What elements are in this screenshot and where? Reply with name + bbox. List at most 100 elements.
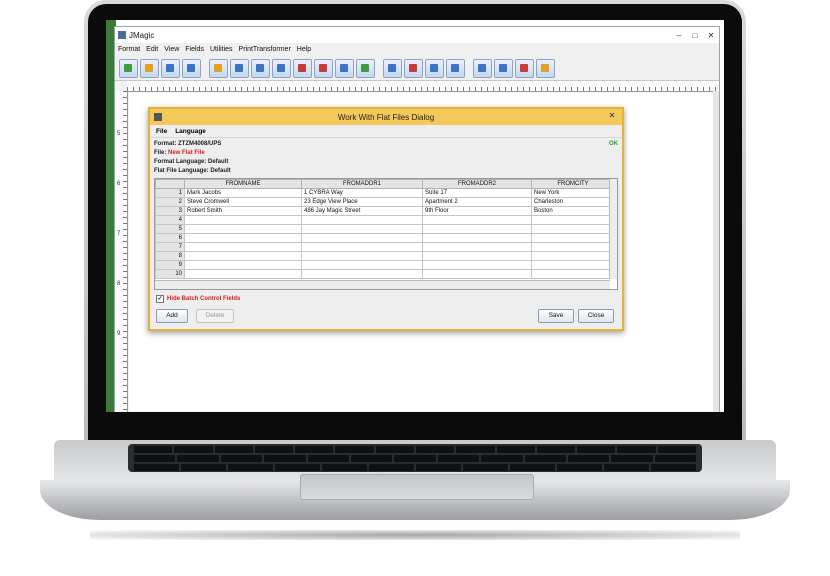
table-cell[interactable] <box>422 251 532 261</box>
column-header[interactable]: FROMNAME <box>184 179 302 189</box>
table-cell[interactable]: Boston <box>531 206 615 216</box>
field-icon[interactable] <box>293 58 312 78</box>
print-icon[interactable] <box>182 58 201 78</box>
table-cell[interactable] <box>301 269 423 279</box>
table-cell[interactable]: Steve Cromwell <box>184 197 302 207</box>
table-row[interactable]: 10 <box>155 269 615 279</box>
table-cell[interactable] <box>184 224 302 234</box>
table-cell[interactable] <box>301 233 423 243</box>
table-cell[interactable]: 23 Edge View Place <box>301 197 423 207</box>
table-cell[interactable] <box>422 260 532 270</box>
text-icon[interactable] <box>251 58 270 78</box>
add-button[interactable]: Add <box>156 309 188 323</box>
save-icon[interactable] <box>161 58 180 78</box>
grid-horizontal-scrollbar[interactable] <box>155 280 610 289</box>
table-cell[interactable] <box>531 215 615 225</box>
ruler-mark: 7 <box>117 231 121 237</box>
field2-icon[interactable] <box>314 58 333 78</box>
column-header[interactable]: FROMADDR2 <box>422 179 532 189</box>
fields-icon[interactable] <box>209 58 228 78</box>
dialog-menu-file[interactable]: File <box>156 128 167 135</box>
close-button[interactable]: Close <box>578 309 614 323</box>
vertical-scrollbar[interactable] <box>713 91 719 412</box>
table-cell[interactable]: 9th Floor <box>422 206 532 216</box>
table-cell[interactable] <box>422 224 532 234</box>
dialog-close-icon[interactable]: ✕ <box>606 111 618 122</box>
table-cell[interactable]: Robert Smith <box>184 206 302 216</box>
table-row[interactable]: 1 Mark Jacobs 1 CYBRA Way Suite 17 New York <box>155 188 615 198</box>
table-cell[interactable] <box>301 224 423 234</box>
table-row[interactable]: 7 <box>155 242 615 252</box>
table-cell[interactable] <box>422 242 532 252</box>
forward-icon[interactable] <box>536 58 555 78</box>
table-cell[interactable] <box>531 269 615 279</box>
table-cell[interactable] <box>184 260 302 270</box>
delete-button[interactable]: Delete <box>196 309 234 323</box>
image-icon[interactable] <box>356 58 375 78</box>
save-button[interactable]: Save <box>538 309 574 323</box>
table-cell[interactable]: Mark Jacobs <box>184 188 302 198</box>
zoom-icon[interactable] <box>494 58 513 78</box>
table-row[interactable]: 8 <box>155 251 615 261</box>
menu-utilities[interactable]: Utilities <box>210 46 233 53</box>
table-cell[interactable] <box>301 215 423 225</box>
table-cell[interactable]: Charleston <box>531 197 615 207</box>
menu-format[interactable]: Format <box>118 46 140 53</box>
table-row[interactable]: 4 <box>155 215 615 225</box>
table-cell[interactable] <box>184 233 302 243</box>
column-header[interactable]: FROMADDR1 <box>301 179 423 189</box>
back-icon[interactable] <box>515 58 534 78</box>
menu-view[interactable]: View <box>164 46 179 53</box>
row-number: 10 <box>155 269 185 279</box>
table-cell[interactable] <box>301 260 423 270</box>
layout-icon[interactable] <box>335 58 354 78</box>
table-cell[interactable]: New York <box>531 188 615 198</box>
table-cell[interactable] <box>531 242 615 252</box>
menu-help[interactable]: Help <box>297 46 311 53</box>
table-cell[interactable] <box>422 269 532 279</box>
dialog-menu-language[interactable]: Language <box>175 128 206 135</box>
table-cell[interactable] <box>301 251 423 261</box>
table-cell[interactable] <box>531 260 615 270</box>
table-cell[interactable] <box>531 251 615 261</box>
grid-vertical-scrollbar[interactable] <box>609 179 617 279</box>
table-cell[interactable] <box>184 251 302 261</box>
table-row[interactable]: 3 Robert Smith 486 Jay Magic Street 9th Flo… <box>155 206 615 216</box>
minimize-button[interactable]: – <box>671 31 687 40</box>
ruler-mark: 8 <box>117 281 121 287</box>
table-cell[interactable] <box>422 215 532 225</box>
table-cell[interactable] <box>184 215 302 225</box>
new-icon[interactable] <box>119 58 138 78</box>
menu-fields[interactable]: Fields <box>185 46 204 53</box>
grid-icon[interactable] <box>425 58 444 78</box>
table-cell[interactable] <box>422 233 532 243</box>
checkbox-icon[interactable]: ✓ <box>156 295 164 303</box>
abc-icon[interactable] <box>272 58 291 78</box>
find-icon[interactable] <box>473 58 492 78</box>
table-cell[interactable]: Apartment 2 <box>422 197 532 207</box>
import-icon[interactable] <box>383 58 402 78</box>
table-cell[interactable] <box>184 242 302 252</box>
table-row[interactable]: 2 Steve Cromwell 23 Edge View Place Apartme… <box>155 197 615 207</box>
menu-edit[interactable]: Edit <box>146 46 158 53</box>
table-row[interactable]: 6 <box>155 233 615 243</box>
maximize-button[interactable]: □ <box>687 31 703 40</box>
table-icon[interactable] <box>446 58 465 78</box>
export-icon[interactable] <box>404 58 423 78</box>
menu-printtransformer[interactable]: PrintTransformer <box>239 46 291 53</box>
table-cell[interactable] <box>184 269 302 279</box>
table-cell[interactable]: Suite 17 <box>422 188 532 198</box>
barcode-icon[interactable] <box>230 58 249 78</box>
table-row[interactable]: 9 <box>155 260 615 270</box>
table-cell[interactable] <box>301 242 423 252</box>
table-cell[interactable] <box>531 224 615 234</box>
close-button[interactable]: ✕ <box>703 31 719 40</box>
table-row[interactable]: 5 <box>155 224 615 234</box>
table-cell[interactable] <box>531 233 615 243</box>
table-cell[interactable]: 486 Jay Magic Street <box>301 206 423 216</box>
column-header[interactable]: FROMCITY <box>531 179 615 189</box>
table-cell[interactable]: 1 CYBRA Way <box>301 188 423 198</box>
app-titlebar: JMagic – □ ✕ <box>115 27 719 43</box>
hide-batch-checkbox[interactable]: ✓ Hide Batch Control Fields <box>156 295 240 303</box>
open-icon[interactable] <box>140 58 159 78</box>
